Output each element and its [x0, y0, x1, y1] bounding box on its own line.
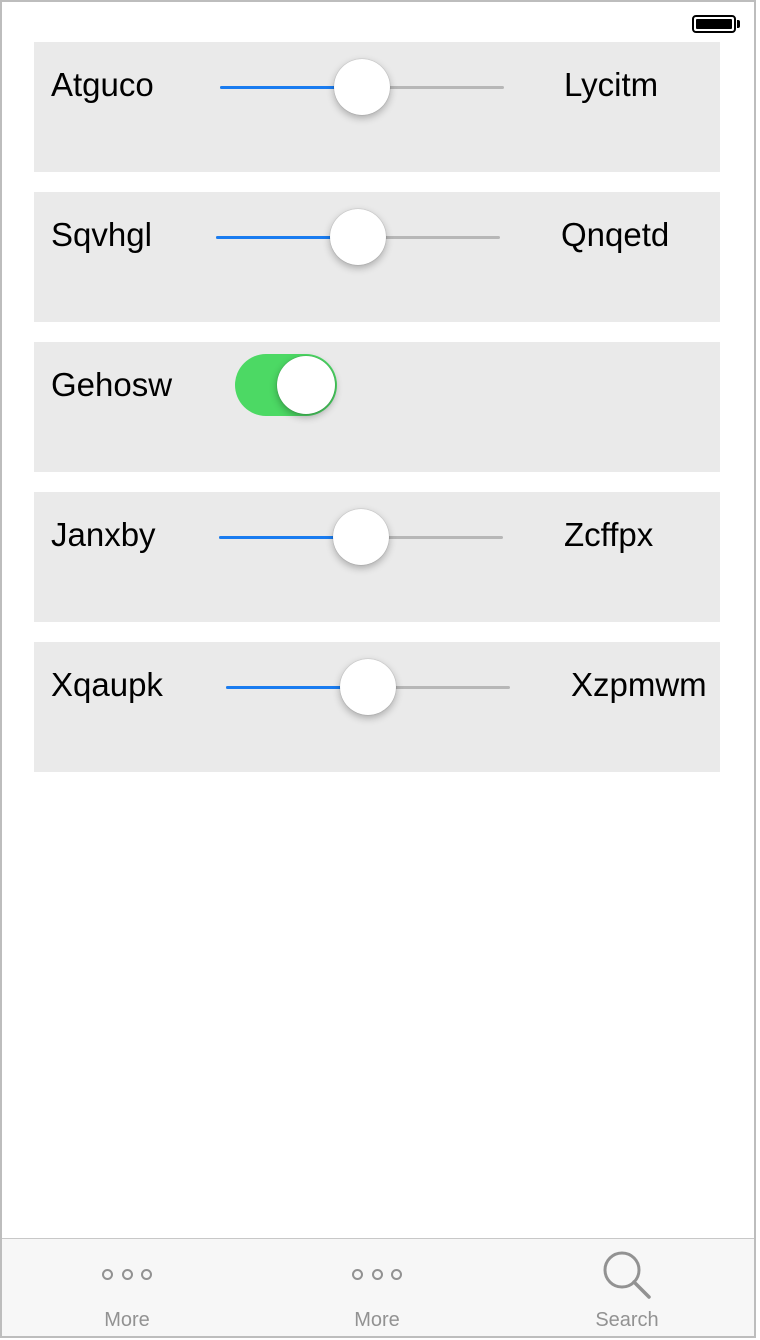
- tab-bar: More More Search: [2, 1238, 754, 1336]
- row-right-label: Lycitm: [564, 66, 659, 103]
- tab-more-1[interactable]: More: [2, 1239, 252, 1336]
- slider-thumb[interactable]: [330, 209, 386, 265]
- status-bar: [2, 2, 754, 42]
- slider-sqvhgl[interactable]: [216, 209, 500, 265]
- battery-icon: [692, 15, 736, 33]
- slider-atguco[interactable]: [220, 59, 504, 115]
- row-right-label: Qnqetd: [561, 216, 670, 253]
- row-right-label: Xzpmwm: [571, 666, 707, 703]
- row-label: Xqaupk: [51, 666, 163, 703]
- tab-more-2[interactable]: More: [252, 1239, 502, 1336]
- tab-label: Search: [595, 1309, 659, 1331]
- row-label: Atguco: [51, 66, 154, 103]
- more-icon: [352, 1267, 402, 1281]
- row-label: Gehosw: [51, 366, 173, 403]
- row-label: Janxby: [51, 516, 156, 553]
- settings-row-gehosw: Gehosw: [34, 342, 720, 472]
- slider-thumb[interactable]: [333, 509, 389, 565]
- battery-tip: [737, 20, 740, 28]
- settings-row-janxby: Janxby Zcffpx: [34, 492, 720, 622]
- slider-janxby[interactable]: [219, 509, 503, 565]
- toggle-switch-gehosw[interactable]: [235, 354, 337, 416]
- settings-row-sqvhgl: Sqvhgl Qnqetd: [34, 192, 720, 322]
- search-icon: [603, 1251, 651, 1299]
- toggle-knob: [277, 356, 335, 414]
- settings-row-xqaupk: Xqaupk Xzpmwm: [34, 642, 720, 772]
- settings-row-atguco: Atguco Lycitm: [34, 42, 720, 172]
- tab-search[interactable]: Search: [502, 1239, 752, 1336]
- slider-xqaupk[interactable]: [226, 659, 510, 715]
- slider-thumb[interactable]: [334, 59, 390, 115]
- row-label: Sqvhgl: [51, 216, 152, 253]
- phone-screen: Atguco Lycitm Sqvhgl Qnqetd Gehosw Janxb…: [0, 0, 756, 1338]
- row-right-label: Zcffpx: [564, 516, 654, 553]
- tab-label: More: [104, 1309, 150, 1331]
- tab-label: More: [354, 1309, 400, 1331]
- more-icon: [102, 1267, 152, 1281]
- slider-thumb[interactable]: [340, 659, 396, 715]
